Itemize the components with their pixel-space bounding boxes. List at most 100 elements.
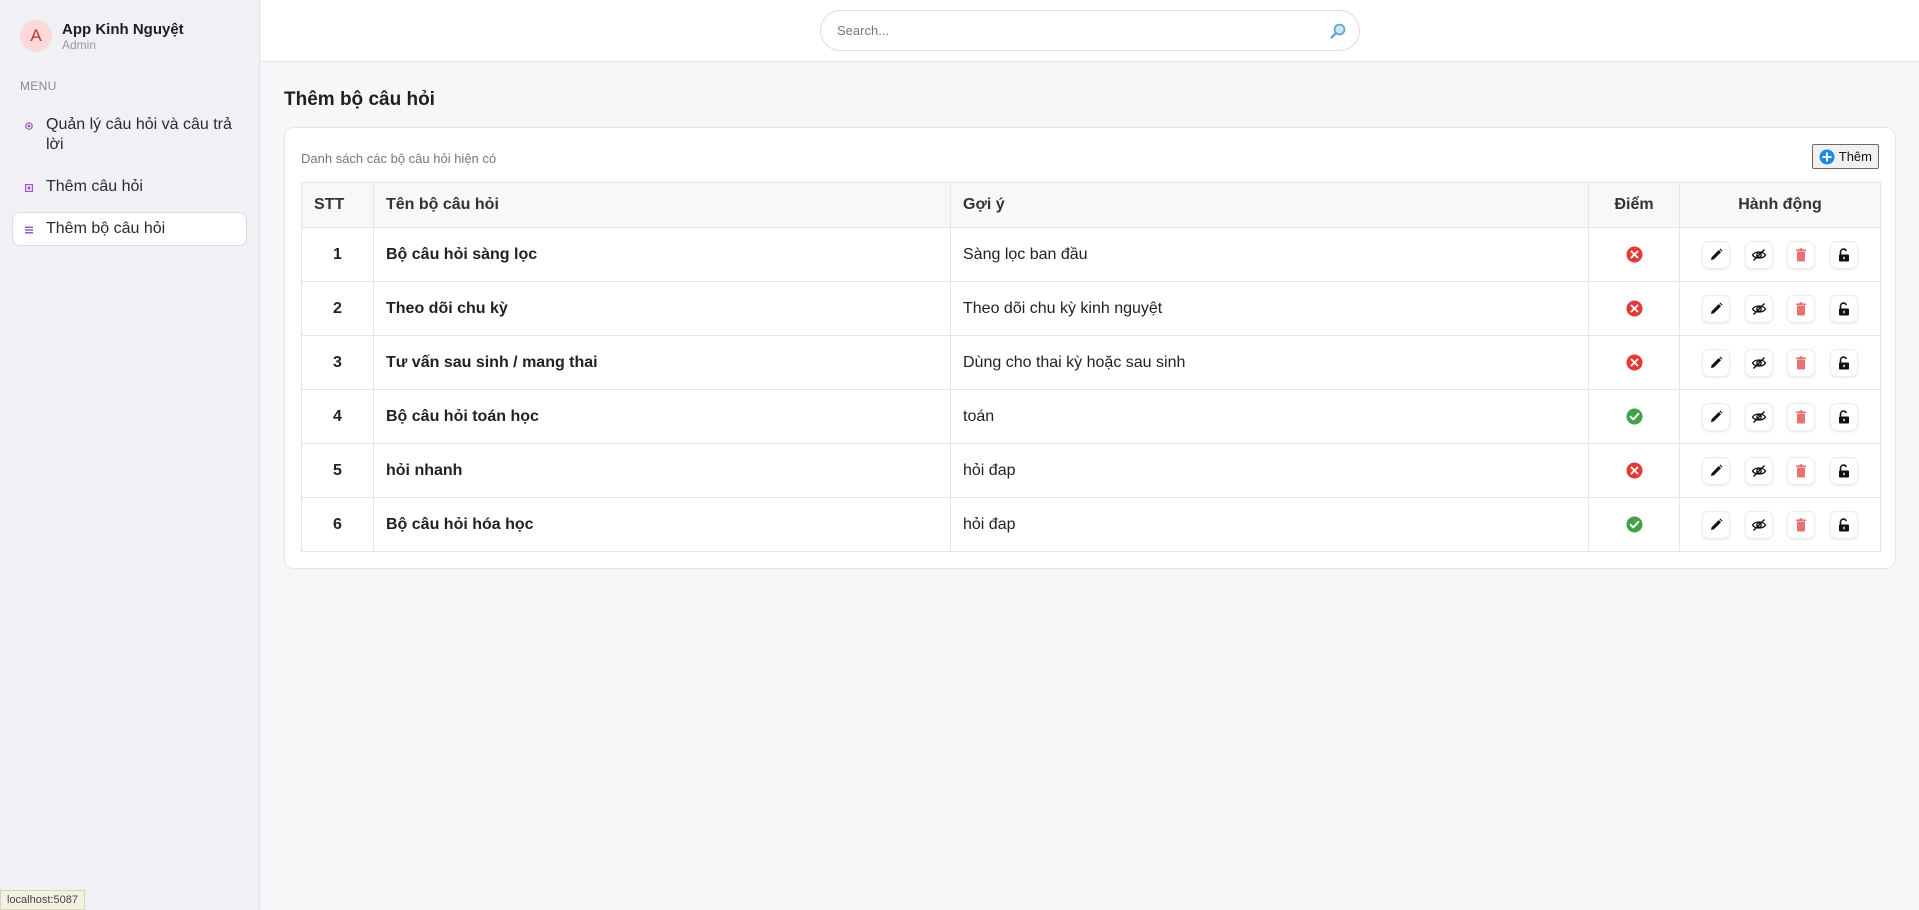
edit-icon — [1711, 248, 1723, 260]
unlock-icon — [1838, 409, 1849, 423]
search-box — [820, 10, 1360, 51]
edit-button[interactable] — [1702, 240, 1731, 269]
unlock-icon — [1838, 463, 1849, 477]
edit-button[interactable] — [1702, 294, 1731, 323]
hide-button[interactable] — [1744, 456, 1773, 485]
menu-title: MENU — [20, 79, 57, 93]
eye-off-icon — [1751, 356, 1767, 369]
edit-button[interactable] — [1702, 348, 1731, 377]
cell-hint: Sàng lọc ban đầu — [950, 227, 1589, 282]
list-icon — [25, 226, 33, 234]
edit-button[interactable] — [1702, 510, 1731, 539]
cell-hint: Dùng cho thai kỳ hoặc sau sinh — [950, 335, 1589, 390]
cell-actions — [1679, 443, 1881, 498]
delete-button[interactable] — [1787, 240, 1816, 269]
search-icon[interactable] — [1329, 22, 1347, 40]
question-set-card: Danh sách các bộ câu hỏi hiện có Thêm ST… — [284, 127, 1896, 569]
hide-button[interactable] — [1744, 294, 1773, 323]
table-row: 2 Theo dõi chu kỳ Theo dõi chu kỳ kinh n… — [301, 281, 1881, 336]
eye-off-icon — [1751, 410, 1767, 423]
eye-off-icon — [1751, 518, 1767, 531]
cell-score — [1588, 227, 1680, 282]
cell-actions — [1679, 389, 1881, 444]
cell-stt: 4 — [301, 389, 374, 444]
avatar: A — [20, 20, 52, 52]
delete-icon — [1796, 301, 1807, 315]
search-input[interactable] — [821, 11, 1301, 50]
topbar — [261, 0, 1919, 62]
cell-score — [1588, 335, 1680, 390]
app-name: App Kinh Nguyệt — [62, 20, 184, 38]
col-hint: Gợi ý — [950, 182, 1589, 228]
cell-actions — [1679, 227, 1881, 282]
delete-icon — [1796, 463, 1807, 477]
table-row: 5 hỏi nhanh hỏi đap — [301, 443, 1881, 498]
delete-button[interactable] — [1787, 294, 1816, 323]
x-circle-icon — [1626, 246, 1642, 263]
cell-stt: 6 — [301, 497, 374, 552]
question-set-table: STT Tên bộ câu hỏi Gợi ý Điểm Hành động … — [301, 182, 1881, 552]
cell-actions — [1679, 497, 1881, 552]
sidebar-item-add-question-set[interactable]: Thêm bộ câu hỏi — [12, 212, 247, 246]
unlock-icon — [1838, 355, 1849, 369]
status-url: localhost:5087 — [0, 890, 85, 910]
edit-button[interactable] — [1702, 402, 1731, 431]
brand: A App Kinh Nguyệt Admin — [20, 20, 184, 52]
page-title: Thêm bộ câu hỏi — [284, 89, 435, 110]
cell-score — [1588, 443, 1680, 498]
sidebar-item-label: Thêm câu hỏi — [46, 178, 143, 195]
col-score: Điểm — [1588, 182, 1680, 228]
unlock-button[interactable] — [1829, 510, 1858, 539]
sidebar-menu: Quản lý câu hỏi và câu trả lời Thêm câu … — [12, 108, 247, 254]
delete-icon — [1796, 517, 1807, 531]
col-actions: Hành động — [1679, 182, 1881, 228]
unlock-icon — [1838, 301, 1849, 315]
eye-off-icon — [1751, 248, 1767, 261]
delete-icon — [1796, 409, 1807, 423]
cell-name: Bộ câu hỏi hóa học — [373, 497, 951, 552]
table-row: 4 Bộ câu hỏi toán học toán — [301, 389, 1881, 444]
delete-button[interactable] — [1787, 348, 1816, 377]
delete-icon — [1796, 247, 1807, 261]
unlock-button[interactable] — [1829, 348, 1858, 377]
cell-hint: hỏi đap — [950, 497, 1589, 552]
table-row: 3 Tư vấn sau sinh / mang thai Dùng cho t… — [301, 335, 1881, 390]
edit-icon — [1711, 302, 1723, 314]
cell-name: Bộ câu hỏi toán học — [373, 389, 951, 444]
col-stt: STT — [301, 182, 374, 228]
cell-name: Theo dõi chu kỳ — [373, 281, 951, 336]
x-circle-icon — [1626, 354, 1642, 371]
delete-button[interactable] — [1787, 402, 1816, 431]
delete-button[interactable] — [1787, 456, 1816, 485]
hide-button[interactable] — [1744, 510, 1773, 539]
cell-hint: hỏi đap — [950, 443, 1589, 498]
user-role: Admin — [62, 37, 97, 52]
check-circle-icon — [1626, 408, 1642, 425]
unlock-icon — [1838, 517, 1849, 531]
hide-button[interactable] — [1744, 240, 1773, 269]
unlock-button[interactable] — [1829, 240, 1858, 269]
add-button[interactable]: Thêm — [1811, 144, 1879, 169]
hide-button[interactable] — [1744, 348, 1773, 377]
cell-stt: 2 — [301, 281, 374, 336]
x-circle-icon — [1626, 300, 1642, 317]
sidebar: A App Kinh Nguyệt Admin MENU Quản lý câu… — [0, 0, 260, 910]
edit-icon — [1711, 464, 1723, 476]
delete-button[interactable] — [1787, 510, 1816, 539]
sidebar-item-label: Thêm bộ câu hỏi — [46, 220, 166, 237]
edit-icon — [1711, 356, 1723, 368]
cell-score — [1588, 497, 1680, 552]
sidebar-item-add-question[interactable]: Thêm câu hỏi — [12, 170, 247, 204]
cell-hint: toán — [950, 389, 1589, 444]
cell-score — [1588, 389, 1680, 444]
unlock-button[interactable] — [1829, 294, 1858, 323]
table-header-row: STT Tên bộ câu hỏi Gợi ý Điểm Hành động — [301, 182, 1881, 228]
sidebar-item-manage-questions[interactable]: Quản lý câu hỏi và câu trả lời — [12, 108, 247, 162]
eye-off-icon — [1751, 302, 1767, 315]
card-subtitle: Danh sách các bộ câu hỏi hiện có — [301, 151, 497, 166]
unlock-button[interactable] — [1829, 402, 1858, 431]
edit-button[interactable] — [1702, 456, 1731, 485]
unlock-button[interactable] — [1829, 456, 1858, 485]
hide-button[interactable] — [1744, 402, 1773, 431]
col-name: Tên bộ câu hỏi — [373, 182, 951, 228]
